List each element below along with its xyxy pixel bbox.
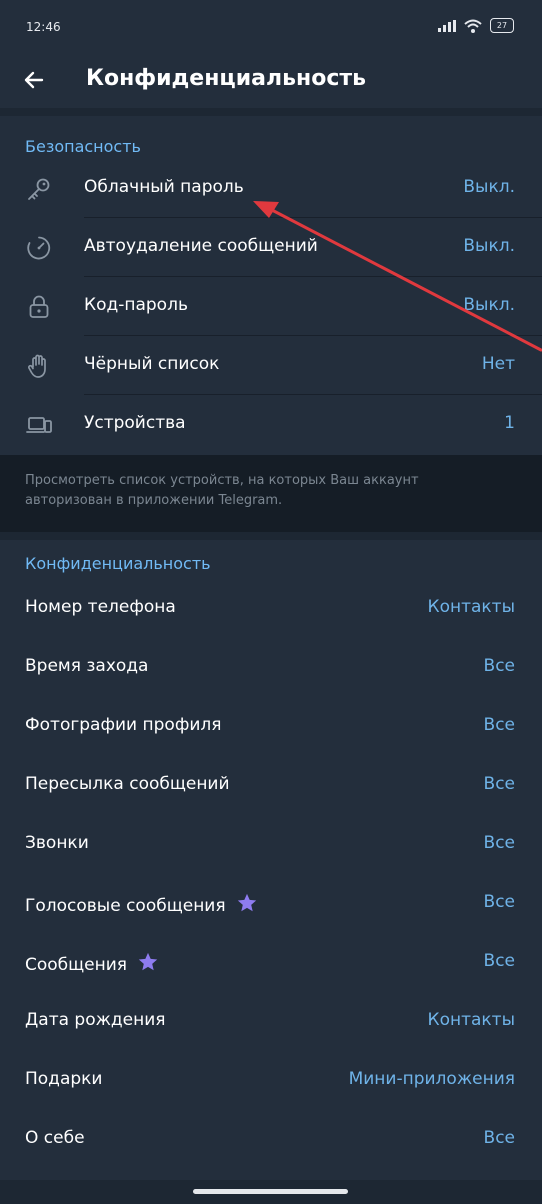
row-label: Голосовые сообщения: [25, 896, 226, 916]
row-label: Время захода: [25, 656, 149, 676]
cloud-password-row[interactable]: Облачный пароль Выкл.: [0, 159, 542, 218]
row-value: Все: [483, 1128, 515, 1148]
passcode-row[interactable]: Код-пароль Выкл.: [0, 277, 542, 336]
row-value: 1: [504, 413, 515, 433]
row-value: Нет: [481, 354, 515, 374]
row-value: Все: [483, 951, 515, 971]
key-icon: [28, 178, 50, 200]
row-label: Звонки: [25, 833, 89, 853]
devices-icon: [26, 417, 52, 433]
row-value: Все: [483, 833, 515, 853]
gifts-row[interactable]: Подарки Мини-приложения: [0, 1051, 542, 1110]
row-label-wrap: Голосовые сообщения: [25, 892, 258, 916]
forwarding-row[interactable]: Пересылка сообщений Все: [0, 756, 542, 815]
row-value: Все: [483, 774, 515, 794]
last-seen-row[interactable]: Время захода Все: [0, 638, 542, 697]
calls-row[interactable]: Звонки Все: [0, 815, 542, 874]
row-value: Все: [483, 656, 515, 676]
devices-row[interactable]: Устройства 1: [0, 395, 542, 454]
section-title-privacy: Конфиденциальность: [25, 554, 211, 573]
row-label: Автоудаление сообщений: [84, 236, 318, 256]
messages-row[interactable]: Сообщения Все: [0, 933, 542, 992]
hand-icon: [28, 354, 46, 378]
row-label: Фотографии профиля: [25, 715, 222, 735]
row-label: Устройства: [84, 413, 186, 433]
privacy-section: Конфиденциальность Номер телефона Контак…: [0, 540, 542, 1180]
row-label: Дата рождения: [25, 1010, 166, 1030]
premium-star-icon: [138, 952, 158, 971]
voice-messages-row[interactable]: Голосовые сообщения Все: [0, 874, 542, 933]
note-text: Просмотреть список устройств, на которых…: [25, 473, 419, 508]
header: Конфиденциальность: [0, 52, 542, 108]
row-label: Номер телефона: [25, 597, 176, 617]
back-arrow-icon[interactable]: [22, 68, 46, 92]
lock-icon: [29, 295, 49, 318]
blocked-list-row[interactable]: Чёрный список Нет: [0, 336, 542, 395]
status-time: 12:46: [26, 20, 61, 34]
bio-row[interactable]: О себе Все: [0, 1110, 542, 1169]
row-label: Сообщения: [25, 955, 128, 975]
timer-icon: [27, 236, 51, 260]
phone-number-row[interactable]: Номер телефона Контакты: [0, 579, 542, 638]
signal-icon: [438, 19, 456, 32]
status-bar: 12:46 27: [0, 0, 542, 52]
row-label-wrap: Сообщения: [25, 951, 159, 975]
battery-icon: 27: [490, 18, 514, 33]
section-title-security: Безопасность: [25, 137, 141, 156]
security-section: Безопасность Облачный пароль Выкл. Автоу…: [0, 116, 542, 455]
row-label: Чёрный список: [84, 354, 220, 374]
row-value: Выкл.: [463, 295, 515, 315]
row-label: Код-пароль: [84, 295, 188, 315]
row-value: Контакты: [427, 1010, 516, 1030]
premium-star-icon: [237, 893, 256, 912]
row-label: Облачный пароль: [84, 177, 244, 197]
row-value: Мини-приложения: [348, 1069, 515, 1089]
status-icons: 27: [438, 18, 514, 33]
row-value: Контакты: [427, 597, 516, 617]
home-indicator: [193, 1189, 348, 1194]
row-value: Все: [483, 715, 515, 735]
row-value: Выкл.: [463, 236, 515, 256]
birthday-row[interactable]: Дата рождения Контакты: [0, 992, 542, 1051]
page-title: Конфиденциальность: [86, 66, 367, 91]
row-label: Пересылка сообщений: [25, 774, 230, 794]
row-label: Подарки: [25, 1069, 103, 1089]
profile-photos-row[interactable]: Фотографии профиля Все: [0, 697, 542, 756]
devices-note: Просмотреть список устройств, на которых…: [0, 455, 542, 532]
row-label: О себе: [25, 1128, 85, 1148]
row-value: Все: [483, 892, 515, 912]
row-value: Выкл.: [463, 177, 515, 197]
wifi-icon: [464, 19, 482, 33]
auto-delete-row[interactable]: Автоудаление сообщений Выкл.: [0, 218, 542, 277]
